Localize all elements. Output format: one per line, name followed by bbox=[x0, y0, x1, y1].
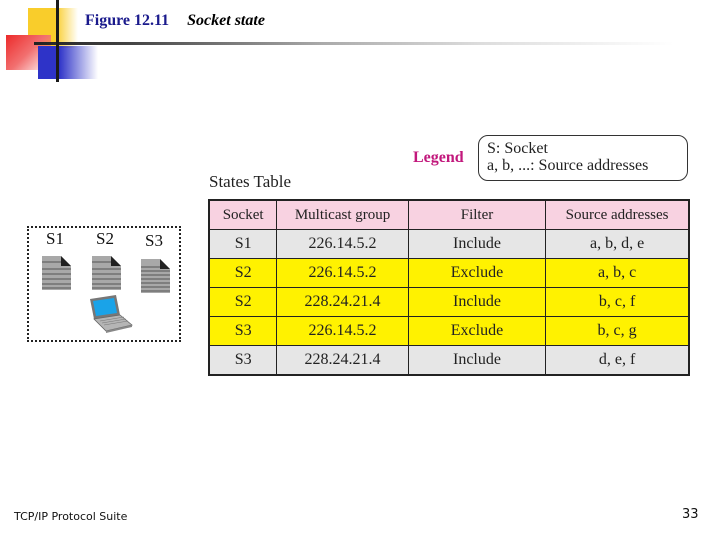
cell-socket: S2 bbox=[208, 258, 278, 288]
column-header-source-addresses: Source addresses bbox=[545, 199, 690, 230]
legend-box: S: Socket a, b, ...: Source addresses bbox=[478, 135, 688, 181]
cell-socket: S2 bbox=[208, 287, 278, 317]
cell-filter: Include bbox=[407, 287, 547, 317]
column-header-socket: Socket bbox=[208, 199, 278, 230]
decor-horizontal-rule bbox=[34, 42, 674, 45]
footer-course-title: TCP/IP Protocol Suite bbox=[14, 510, 128, 523]
cell-sources: b, c, f bbox=[545, 287, 690, 317]
figure-number: Figure 12.11 bbox=[85, 12, 170, 29]
slide-title: Figure 12.11 Socket state bbox=[85, 12, 265, 30]
cell-filter: Exclude bbox=[407, 316, 547, 346]
cell-group: 228.24.21.4 bbox=[276, 287, 409, 317]
cell-socket: S3 bbox=[208, 345, 278, 376]
legend-line: a, b, ...: Source addresses bbox=[487, 157, 649, 174]
document-icon bbox=[141, 259, 170, 293]
cell-filter: Include bbox=[407, 345, 547, 376]
page-number: 33 bbox=[682, 507, 699, 522]
cell-group: 226.14.5.2 bbox=[276, 229, 409, 259]
table-row: S3 228.24.21.4 Include d, e, f bbox=[208, 345, 690, 376]
decor-vertical-rule bbox=[56, 0, 59, 82]
cell-sources: b, c, g bbox=[545, 316, 690, 346]
document-icon bbox=[42, 256, 71, 290]
figure-caption: Socket state bbox=[187, 12, 265, 29]
laptop-icon bbox=[90, 295, 133, 333]
cell-group: 228.24.21.4 bbox=[276, 345, 409, 376]
legend-line: S: Socket bbox=[487, 140, 548, 157]
states-table-title: States Table bbox=[209, 172, 292, 191]
cell-group: 226.14.5.2 bbox=[276, 258, 409, 288]
legend-label: Legend bbox=[413, 149, 464, 166]
column-header-filter: Filter bbox=[407, 199, 547, 230]
socket-label-s1: S1 bbox=[46, 229, 64, 248]
cell-filter: Include bbox=[407, 229, 547, 259]
cell-filter: Exclude bbox=[407, 258, 547, 288]
cell-socket: S3 bbox=[208, 316, 278, 346]
table-row: S2 226.14.5.2 Exclude a, b, c bbox=[208, 258, 690, 288]
cell-group: 226.14.5.2 bbox=[276, 316, 409, 346]
column-header-multicast-group: Multicast group bbox=[276, 199, 409, 230]
cell-sources: d, e, f bbox=[545, 345, 690, 376]
cell-sources: a, b, c bbox=[545, 258, 690, 288]
decor-blue-square bbox=[38, 46, 98, 79]
table-header-row: Socket Multicast group Filter Source add… bbox=[208, 199, 690, 230]
socket-label-s2: S2 bbox=[96, 229, 114, 248]
cell-socket: S1 bbox=[208, 229, 278, 259]
document-icon bbox=[92, 256, 121, 290]
table-row: S1 226.14.5.2 Include a, b, d, e bbox=[208, 229, 690, 259]
states-table: Socket Multicast group Filter Source add… bbox=[208, 199, 690, 376]
cell-sources: a, b, d, e bbox=[545, 229, 690, 259]
table-row: S2 228.24.21.4 Include b, c, f bbox=[208, 287, 690, 317]
table-row: S3 226.14.5.2 Exclude b, c, g bbox=[208, 316, 690, 346]
socket-label-s3: S3 bbox=[145, 231, 163, 250]
